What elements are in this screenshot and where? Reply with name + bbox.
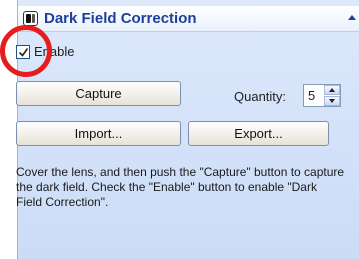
stepper-down-icon[interactable] [324,96,340,106]
quantity-value[interactable]: 5 [308,88,315,103]
capture-button[interactable]: Capture [16,81,181,106]
checkmark-icon [18,48,29,57]
camera-module-icon [23,11,38,26]
export-button[interactable]: Export... [188,121,329,146]
stepper-up-icon[interactable] [324,85,340,95]
panel-header[interactable]: Dark Field Correction [18,6,359,32]
quantity-stepper[interactable]: 5 [303,84,341,107]
enable-checkbox[interactable] [16,45,30,59]
enable-label: Enable [34,44,75,59]
panel-title: Dark Field Correction [44,10,197,27]
quantity-label: Quantity: [234,89,287,104]
description-text: Cover the lens, and then push the "Captu… [16,165,345,209]
import-button[interactable]: Import... [16,121,181,146]
chevron-up-icon[interactable] [348,15,356,20]
